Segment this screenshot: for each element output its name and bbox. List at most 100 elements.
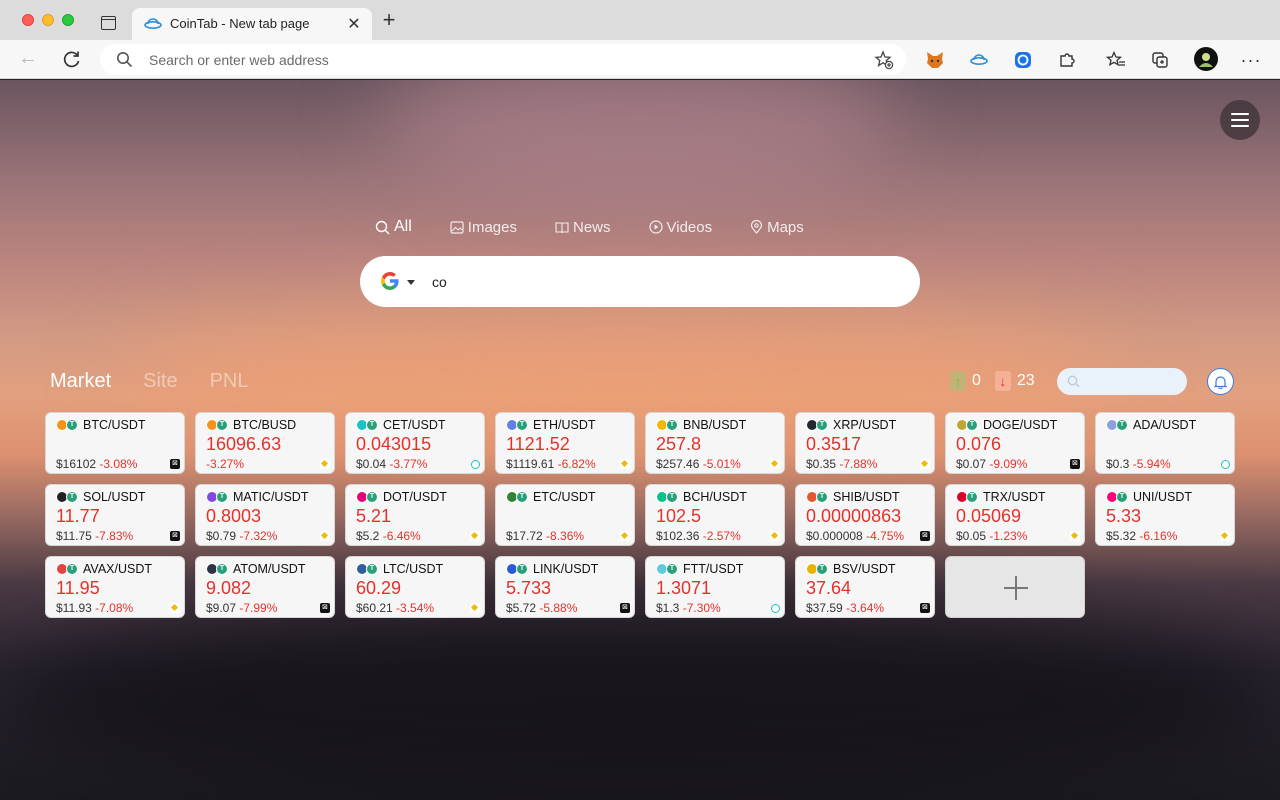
coin-card[interactable]: T LTC/USDT 60.29 $60.21 -3.54% [345,556,485,618]
coin-card[interactable]: T DOGE/USDT 0.076 $0.07 -9.09% ⊠ [945,412,1085,474]
add-favorite-icon[interactable] [874,50,894,70]
coin-change: -5.01% [702,457,741,471]
coin-card[interactable]: T BSV/USDT 37.64 $37.59 -3.64% ⊠ [795,556,935,618]
coin-price: 0.05069 [956,506,1022,526]
coin-card[interactable]: T MATIC/USDT 0.8003 $0.79 -7.32% [195,484,335,546]
okx-exchange-icon: ⊠ [620,603,630,613]
refresh-icon[interactable] [62,49,82,69]
coin-sub-line: $11.75 -7.83% [56,529,133,543]
coin-price: 11.95 [56,578,100,598]
blue-extension-icon[interactable] [1012,49,1034,71]
menu-button[interactable] [1220,100,1260,140]
coin-change: -6.46% [382,529,421,543]
coin-card[interactable]: T ETH/USDT 1121.52 $1119.61 -6.82% [495,412,635,474]
coin-card[interactable]: T BTC/BUSD 16096.63 -3.27% [195,412,335,474]
usdt-icon: T [516,419,528,431]
coin-pair: FTT/USDT [683,562,744,576]
tab-close-icon[interactable]: ✕ [346,14,362,34]
coin-usd-price: $0.79 [206,529,237,543]
google-logo-icon[interactable] [380,271,400,291]
coin-change: -9.09% [989,457,1028,471]
back-arrow-icon[interactable]: ← [18,48,38,68]
search-icon [375,220,390,234]
coin-card[interactable]: T DOT/USDT 5.21 $5.2 -6.46% [345,484,485,546]
coin-sub-line: $0.35 -7.88% [806,457,877,471]
tab-pnl[interactable]: PNL [210,370,249,393]
search-tab-all[interactable]: All [375,217,412,237]
usdt-icon: T [816,491,828,503]
coin-change: -8.36% [546,529,585,543]
metamask-extension-icon[interactable] [924,49,946,71]
coin-pair-icons: T [956,491,980,503]
coin-card[interactable]: T ETC/USDT $17.72 -8.36% [495,484,635,546]
up-count: 0 [972,372,981,389]
usdt-icon: T [666,419,678,431]
tab-site[interactable]: Site [143,370,177,393]
coin-pair: SOL/USDT [83,490,146,504]
coin-change: -4.75% [866,529,905,543]
address-bar[interactable]: Search or enter web address [100,44,906,75]
coin-card[interactable]: T FTT/USDT 1.3071 $1.3 -7.30% [645,556,785,618]
coin-usd-price: $60.21 [356,601,393,615]
coin-pair: UNI/USDT [1133,490,1193,504]
coin-pair: BNB/USDT [683,418,747,432]
coin-pair-icons: T [656,419,680,431]
favorites-icon[interactable] [1105,49,1127,71]
coin-card[interactable]: T SOL/USDT 11.77 $11.75 -7.83% ⊠ [45,484,185,546]
coin-pair: TRX/USDT [983,490,1046,504]
coin-card[interactable]: T ATOM/USDT 9.082 $9.07 -7.99% ⊠ [195,556,335,618]
search-tab-videos[interactable]: Videos [648,217,712,237]
coin-change: -6.16% [1139,529,1178,543]
cointab-extension-icon[interactable] [968,49,990,71]
coin-pair-icons: T [206,491,230,503]
coin-usd-price: $0.05 [956,529,987,543]
coin-usd-price: $5.2 [356,529,380,543]
search-input[interactable]: co [432,274,447,290]
extensions-puzzle-icon[interactable] [1056,49,1078,71]
coin-card[interactable]: T BCH/USDT 102.5 $102.36 -2.57% [645,484,785,546]
collections-icon[interactable] [1149,49,1171,71]
image-icon [450,220,464,234]
coin-pair-icons: T [56,419,80,431]
coin-pair: ETH/USDT [533,418,596,432]
coin-card[interactable]: T CET/USDT 0.043015 $0.04 -3.77% [345,412,485,474]
new-tab-page: All Images News Videos Maps co Market Si… [0,80,1280,800]
down-count: 23 [1016,372,1035,389]
chevron-down-icon[interactable] [407,280,415,285]
market-search-input[interactable] [1057,368,1187,395]
coin-pair-icons: T [206,419,230,431]
coin-card[interactable]: T TRX/USDT 0.05069 $0.05 -1.23% [945,484,1085,546]
tab-market[interactable]: Market [50,370,111,393]
coin-sub-line: $0.05 -1.23% [956,529,1027,543]
coin-card[interactable]: T ADA/USDT $0.3 -5.94% [1095,412,1235,474]
binance-exchange-icon [470,603,480,613]
search-tab-news[interactable]: News [555,217,611,237]
browser-tab[interactable]: CoinTab - New tab page ✕ [132,8,372,40]
coin-card[interactable]: T SHIB/USDT 0.00000863 $0.000008 -4.75% ⊠ [795,484,935,546]
coin-card[interactable]: T BNB/USDT 257.8 $257.46 -5.01% [645,412,785,474]
profile-avatar[interactable] [1194,47,1218,71]
coin-change: -2.57% [702,529,741,543]
close-window-button[interactable] [22,14,34,26]
coin-pair: BSV/USDT [833,562,896,576]
coin-card[interactable]: T UNI/USDT 5.33 $5.32 -6.16% [1095,484,1235,546]
search-tab-maps[interactable]: Maps [750,217,804,237]
web-search-box[interactable]: co [360,256,920,307]
coin-card[interactable]: T XRP/USDT 0.3517 $0.35 -7.88% [795,412,935,474]
alert-bell-button[interactable] [1207,368,1234,395]
add-coin-button[interactable] [945,556,1085,618]
sidebar-toggle-icon[interactable] [101,16,116,30]
coin-card[interactable]: T AVAX/USDT 11.95 $11.93 -7.08% [45,556,185,618]
more-options-icon[interactable]: ··· [1240,49,1262,71]
coin-card[interactable]: T BTC/USDT $16102 -3.08% ⊠ [45,412,185,474]
binance-exchange-icon [770,459,780,469]
maximize-window-button[interactable] [62,14,74,26]
coin-change: -5.88% [539,601,578,615]
coin-card[interactable]: T LINK/USDT 5.733 $5.72 -5.88% ⊠ [495,556,635,618]
new-tab-button[interactable]: + [379,9,399,31]
usdt-icon: T [816,563,828,575]
search-tab-images[interactable]: Images [450,217,517,237]
coin-sub-line: $17.72 -8.36% [506,529,584,543]
coin-price: 257.8 [656,434,702,454]
minimize-window-button[interactable] [42,14,54,26]
